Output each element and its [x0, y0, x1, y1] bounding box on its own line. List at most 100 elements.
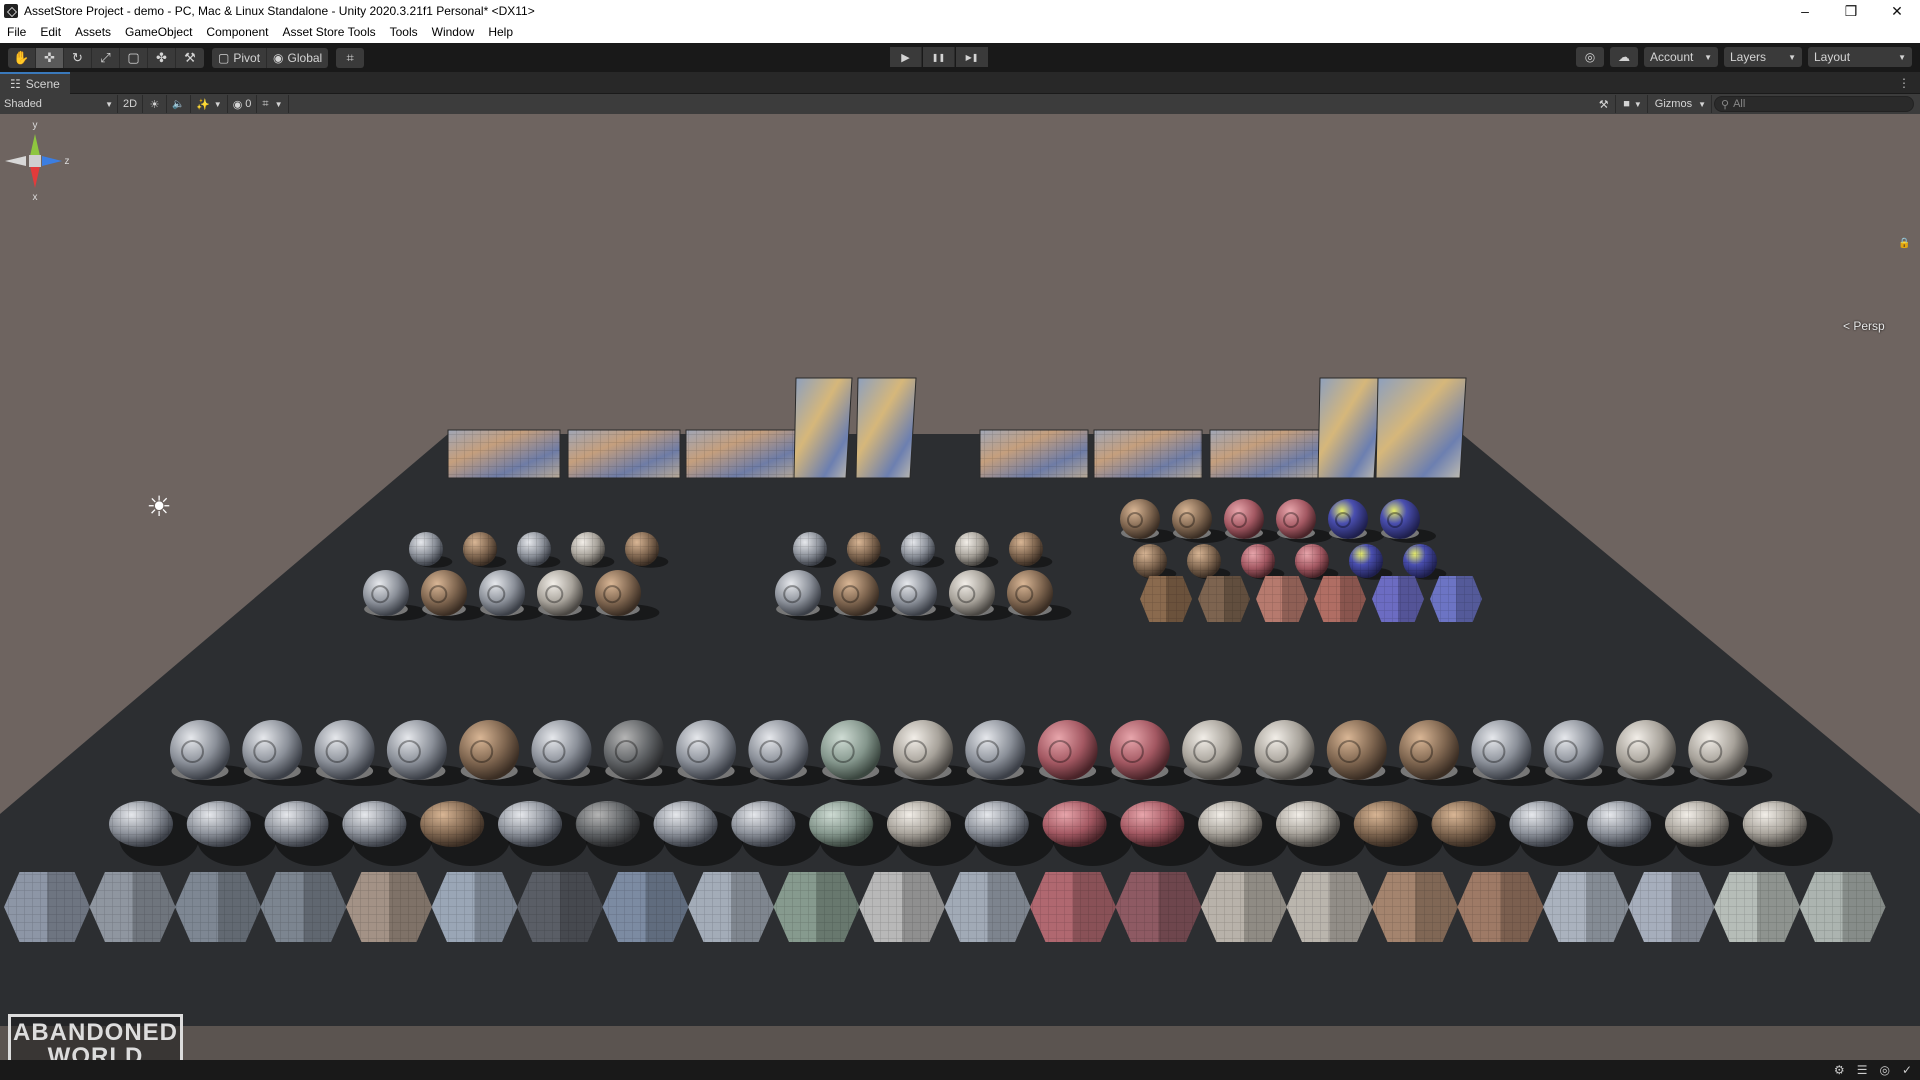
wall-panel-grid: [686, 430, 798, 478]
shaderball: [363, 570, 409, 616]
shaderball: [531, 720, 592, 780]
shaderball: [1007, 570, 1053, 616]
eye-off-icon: ◉: [232, 98, 243, 111]
menu-gameobject[interactable]: GameObject: [118, 22, 199, 43]
orientation-gizmo[interactable]: y x z: [0, 114, 70, 224]
step-icon[interactable]: ▶❚: [956, 47, 988, 67]
ellipsoid-grid: [809, 801, 874, 847]
scale-tool-icon[interactable]: ⤢: [92, 47, 120, 68]
main-toolbar: ✋ ✜ ↻ ⤢ ▢ ✤ ⚒ ▢ Pivot ◉ Global ⌗ ▶ ❚❚ ▶❚ ◎…: [0, 43, 1920, 72]
kebab-menu-icon[interactable]: ⋮: [1898, 76, 1910, 90]
ellipsoid-grid: [1276, 801, 1340, 847]
minimize-button[interactable]: –: [1782, 0, 1828, 22]
title-bar: AssetStore Project - demo - PC, Mac & Li…: [0, 0, 1920, 22]
sphere-grid: [1187, 544, 1221, 578]
menu-file[interactable]: File: [0, 22, 33, 43]
layers-dropdown[interactable]: Layers ▼: [1724, 47, 1802, 67]
shaderball: [1254, 720, 1315, 780]
2d-toggle[interactable]: 2D: [118, 95, 144, 113]
scene-toolbar: Shaded ▼ 2D ☀ 🔈 ✨ ▼ ◉ 0 ⌗ ▼ ⚒ ■ ▼ Gizmos ▼ ⚲ A…: [0, 94, 1920, 114]
ellipsoid-grid: [186, 801, 251, 847]
menu-help[interactable]: Help: [481, 22, 520, 43]
wall-panel-grid: [1210, 430, 1322, 478]
shaderball: [1182, 720, 1243, 780]
directional-light-icon[interactable]: ☀: [144, 492, 174, 522]
lighting-icon[interactable]: ☀: [143, 95, 168, 113]
search-icon: ⚲: [1721, 98, 1730, 111]
status-bar: ⚙ ☰ ◎ ✓: [0, 1060, 1920, 1080]
menu-window[interactable]: Window: [425, 22, 482, 43]
grid-glyph: ⌗: [262, 97, 269, 110]
toolbar-right: ◎ ☁ Account ▼ Layers ▼ Layout ▼: [1576, 47, 1912, 67]
ellipsoid-grid: [1120, 801, 1185, 847]
gizmo-z-label: z: [65, 156, 70, 167]
sphere-grid: [1241, 544, 1275, 578]
sphere-grid: [1009, 532, 1043, 566]
shaderball: [949, 570, 995, 616]
tab-scene[interactable]: ☷ Scene: [0, 71, 70, 94]
hidden-objects-toggle[interactable]: ◉ 0: [228, 95, 258, 113]
ellipsoid-grid: [1665, 801, 1729, 847]
menu-assets[interactable]: Assets: [68, 22, 118, 43]
scene-render: [0, 377, 1920, 1060]
pause-icon[interactable]: ❚❚: [923, 47, 955, 67]
ground-edge: [0, 1026, 1920, 1060]
menu-edit[interactable]: Edit: [33, 22, 68, 43]
rect-tool-icon[interactable]: ▢: [120, 47, 148, 68]
menu-bar: File Edit Assets GameObject Component As…: [0, 22, 1920, 43]
progress-icon[interactable]: ☰: [1857, 1063, 1868, 1077]
wall-panel-grid: [1094, 430, 1202, 478]
custom-tool-icon[interactable]: ⚒: [176, 48, 204, 68]
shaderball: [676, 720, 737, 780]
move-tool-icon[interactable]: ✜: [36, 47, 64, 68]
sphere-grid: [625, 532, 659, 566]
play-icon[interactable]: ▶: [890, 47, 922, 67]
sphere-grid: [901, 532, 935, 566]
network-icon[interactable]: ◎: [1879, 1063, 1889, 1077]
grid-snap-icon[interactable]: ⌗: [336, 48, 364, 68]
account-dropdown[interactable]: Account ▼: [1644, 47, 1718, 67]
close-button[interactable]: ✕: [1874, 0, 1920, 22]
effects-icon[interactable]: ✨ ▼: [191, 95, 228, 113]
x-axis-cone: [30, 166, 40, 188]
search-placeholder: All: [1733, 98, 1746, 110]
tools-icon[interactable]: ⚒: [1592, 95, 1617, 113]
logo-line-1: ABANDONED: [13, 1019, 178, 1046]
chevron-down-icon: ▼: [1633, 99, 1642, 109]
restore-button[interactable]: ❒: [1828, 0, 1874, 22]
audio-icon[interactable]: 🔈: [167, 95, 192, 113]
scene-search-input[interactable]: ⚲ All: [1714, 96, 1914, 112]
check-icon[interactable]: ✓: [1902, 1063, 1912, 1077]
layout-dropdown[interactable]: Layout ▼: [1808, 47, 1912, 67]
scene-viewport[interactable]: ☀ y x z 🔒 < Persp: [0, 114, 1920, 1060]
sphere-grid: [1133, 544, 1167, 578]
transform-tool-icon[interactable]: ✤: [148, 47, 176, 68]
chevron-down-icon: ▼: [1698, 99, 1706, 109]
ellipsoid-grid: [1587, 801, 1652, 847]
projection-toggle[interactable]: < Persp: [1843, 319, 1885, 333]
hand-tool-icon[interactable]: ✋: [8, 47, 36, 68]
camera-icon[interactable]: ■ ▼: [1618, 95, 1648, 113]
z-axis-cone: [42, 156, 62, 166]
cloud-icon[interactable]: ☁: [1610, 47, 1638, 67]
scene-tab-bar: ☷ Scene ⋮: [0, 71, 1920, 94]
collab-icon[interactable]: ◎: [1576, 47, 1604, 67]
shading-mode-dropdown[interactable]: Shaded ▼: [0, 95, 118, 113]
neg-x-cone: [5, 156, 26, 166]
gizmos-dropdown[interactable]: Gizmos ▼: [1650, 95, 1712, 113]
menu-asset-store-tools[interactable]: Asset Store Tools: [275, 22, 382, 43]
shaderball: [1399, 720, 1460, 780]
scene-icon: ☷: [10, 76, 21, 91]
grid-icon[interactable]: ⌗ ▼: [257, 95, 289, 113]
global-toggle[interactable]: ◉ Global: [267, 48, 328, 68]
ellipsoid-grid: [887, 801, 951, 847]
rotate-tool-icon[interactable]: ↻: [64, 47, 92, 68]
pivot-toggle[interactable]: ▢ Pivot: [212, 47, 268, 68]
unity-app-icon: [4, 4, 18, 18]
menu-tools[interactable]: Tools: [383, 22, 425, 43]
ellipsoid-grid: [1198, 801, 1263, 847]
ellipsoid-grid: [575, 801, 640, 847]
lock-icon[interactable]: 🔒: [1898, 238, 1910, 249]
bug-icon[interactable]: ⚙: [1834, 1063, 1845, 1077]
menu-component[interactable]: Component: [199, 22, 275, 43]
